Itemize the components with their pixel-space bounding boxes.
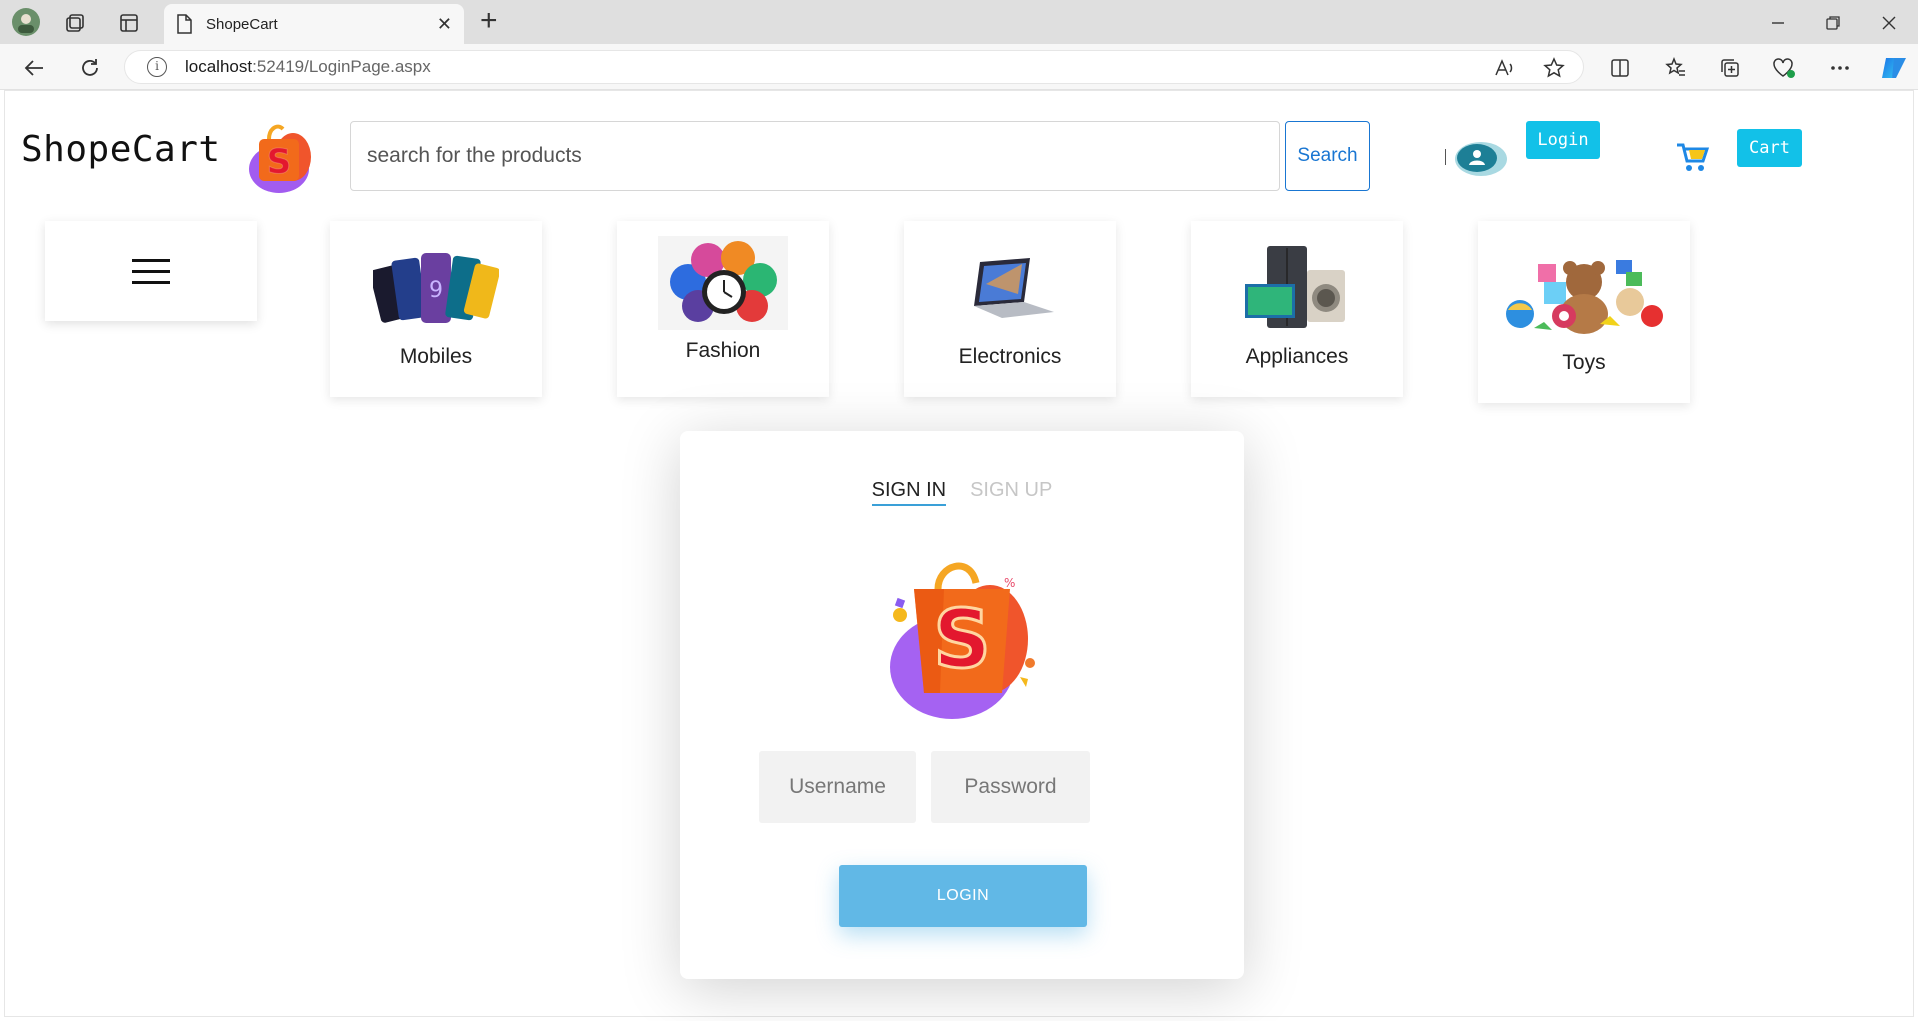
password-field[interactable]: Password: [931, 751, 1090, 823]
back-icon[interactable]: [20, 54, 48, 82]
close-window-icon[interactable]: [1876, 10, 1902, 36]
new-tab-icon[interactable]: +: [480, 6, 498, 36]
more-options-icon[interactable]: [1826, 54, 1854, 82]
copilot-icon[interactable]: [1878, 52, 1910, 84]
electronics-image: [962, 239, 1058, 339]
category-electronics[interactable]: Electronics: [904, 221, 1116, 397]
site-info-icon[interactable]: i: [147, 57, 167, 77]
fashion-image: [658, 233, 788, 333]
close-tab-icon[interactable]: ✕: [437, 14, 452, 35]
user-icon[interactable]: [1444, 139, 1509, 184]
address-bar-row: i localhost:52419/LoginPage.aspx: [0, 44, 1918, 90]
page-icon: [177, 14, 192, 34]
read-aloud-icon[interactable]: [1490, 54, 1518, 82]
header-login-button[interactable]: Login: [1526, 121, 1600, 159]
tab-sign-in[interactable]: SIGN IN: [871, 479, 947, 506]
profile-avatar-icon[interactable]: [10, 6, 42, 38]
category-label: Toys: [1562, 351, 1606, 374]
login-submit-button[interactable]: LOGIN: [839, 865, 1087, 927]
hamburger-line: [132, 269, 170, 273]
svg-text:%: %: [1004, 576, 1015, 590]
shopecart-logo[interactable]: S: [241, 117, 321, 202]
tab-shopecart[interactable]: ShopeCart ✕: [164, 4, 464, 44]
workspaces-icon[interactable]: [62, 10, 88, 36]
mobiles-image: 9: [373, 239, 499, 339]
web-page: ShopeCart S search for the products Sear…: [4, 90, 1914, 1017]
cart-icon[interactable]: [1675, 141, 1711, 178]
category-mobiles[interactable]: 9 Mobiles: [330, 221, 542, 397]
menu-hamburger-button[interactable]: [45, 221, 257, 321]
hamburger-line: [132, 280, 170, 284]
toys-image: [1504, 245, 1664, 345]
tab-sign-up[interactable]: SIGN UP: [970, 479, 1052, 506]
cart-button[interactable]: Cart: [1737, 129, 1802, 167]
category-appliances[interactable]: Appliances: [1191, 221, 1403, 397]
url-field[interactable]: i localhost:52419/LoginPage.aspx: [124, 50, 1584, 84]
category-label: Mobiles: [399, 345, 473, 368]
collections-icon[interactable]: [1716, 54, 1744, 82]
url-host: localhost: [185, 57, 253, 76]
minimize-icon[interactable]: [1765, 10, 1791, 36]
tab-title: ShopeCart: [206, 15, 278, 33]
shopecart-logo-large: % S: [870, 549, 1050, 734]
reload-icon[interactable]: [76, 54, 104, 82]
brand-name[interactable]: ShopeCart: [21, 129, 221, 170]
search-button[interactable]: Search: [1285, 121, 1370, 191]
browser-tabstrip: ShopeCart ✕ +: [0, 0, 1918, 44]
username-field[interactable]: Username: [759, 751, 916, 823]
url-path: :52419/LoginPage.aspx: [252, 57, 431, 76]
category-label: Appliances: [1245, 345, 1349, 368]
svg-text:9: 9: [429, 278, 443, 303]
appliances-image: [1241, 239, 1353, 339]
split-screen-icon[interactable]: [1606, 54, 1634, 82]
favorite-star-icon[interactable]: [1540, 54, 1568, 82]
category-toys[interactable]: Toys: [1478, 221, 1690, 403]
svg-text:S: S: [267, 142, 292, 182]
category-fashion[interactable]: Fashion: [617, 221, 829, 397]
search-input[interactable]: search for the products: [350, 121, 1280, 191]
restore-icon[interactable]: [1820, 10, 1846, 36]
tab-actions-icon[interactable]: [116, 10, 142, 36]
login-panel: SIGN IN SIGN UP % S Username Password LO…: [680, 431, 1244, 979]
svg-text:S: S: [933, 593, 991, 686]
category-label: Fashion: [685, 339, 761, 362]
hamburger-line: [132, 258, 170, 262]
favorites-icon[interactable]: [1662, 54, 1690, 82]
category-label: Electronics: [958, 345, 1062, 368]
browser-essentials-icon[interactable]: [1770, 54, 1798, 82]
